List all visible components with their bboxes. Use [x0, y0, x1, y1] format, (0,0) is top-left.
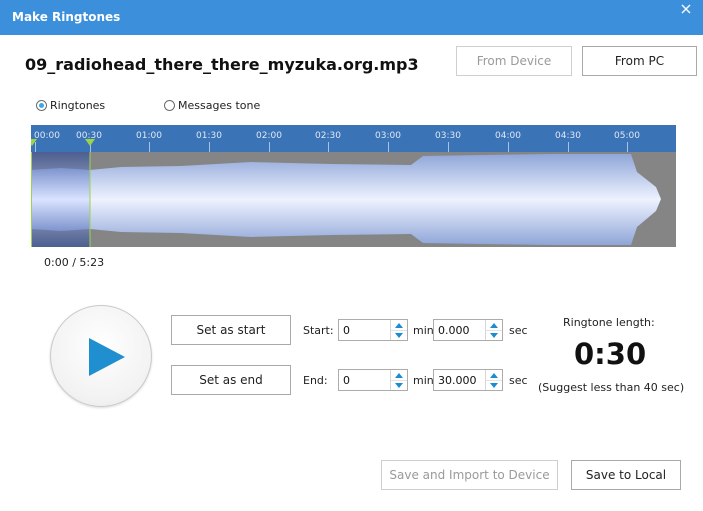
start-min-value: 0	[343, 324, 350, 337]
ringtone-length-value: 0:30	[574, 337, 647, 371]
messages-tone-label: Messages tone	[178, 99, 261, 112]
radio-selected-icon	[36, 100, 47, 111]
end-label: End:	[303, 374, 328, 387]
timeline-tick: 03:00	[375, 131, 401, 141]
ringtone-length-label: Ringtone length:	[563, 316, 655, 329]
save-to-local-button[interactable]: Save to Local	[571, 460, 681, 490]
save-and-import-button[interactable]: Save and Import to Device	[381, 460, 558, 490]
tick-mark	[388, 142, 389, 152]
from-device-button[interactable]: From Device	[456, 46, 572, 76]
ringtones-radio[interactable]: Ringtones	[36, 99, 105, 112]
tick-mark	[448, 142, 449, 152]
chevron-down-icon[interactable]	[486, 330, 502, 340]
tick-mark	[508, 142, 509, 152]
radio-unselected-icon	[164, 100, 175, 111]
timeline-tick: 04:00	[495, 131, 521, 141]
timeline-tick: 02:00	[256, 131, 282, 141]
timeline-tick: 01:30	[196, 131, 222, 141]
tick-mark	[149, 142, 150, 152]
timeline-tick: 01:00	[136, 131, 162, 141]
timeline-ruler[interactable]: 00:00 00:30 01:00 01:30 02:00 02:30 03:0…	[31, 125, 676, 152]
end-sec-value: 30.000	[438, 374, 477, 387]
timeline-tick: 04:30	[555, 131, 581, 141]
end-min-stepper[interactable]: 0	[338, 369, 408, 391]
start-marker-icon[interactable]	[31, 139, 39, 147]
start-min-unit: min	[413, 324, 434, 337]
tick-mark	[568, 142, 569, 152]
playback-position: 0:00 / 5:23	[44, 256, 105, 269]
start-sec-value: 0.000	[438, 324, 470, 337]
timeline-tick: 05:00	[614, 131, 640, 141]
waveform-display	[31, 152, 661, 247]
play-icon	[89, 338, 125, 376]
start-sec-unit: sec	[509, 324, 528, 337]
set-as-start-button[interactable]: Set as start	[171, 315, 291, 345]
title-bar: Make Ringtones	[0, 0, 703, 35]
timeline-tick: 03:30	[435, 131, 461, 141]
window-title: Make Ringtones	[12, 10, 121, 24]
end-sec-stepper[interactable]: 30.000	[433, 369, 503, 391]
close-icon[interactable]	[672, 1, 700, 19]
timeline-tick: 02:30	[315, 131, 341, 141]
waveform-shape	[31, 154, 661, 245]
waveform-editor[interactable]: 00:00 00:30 01:00 01:30 02:00 02:30 03:0…	[31, 125, 676, 247]
tick-mark	[209, 142, 210, 152]
tick-mark	[328, 142, 329, 152]
end-sec-unit: sec	[509, 374, 528, 387]
selection-region	[31, 152, 90, 247]
chevron-down-icon[interactable]	[486, 380, 502, 390]
file-name: 09_radiohead_there_there_myzuka.org.mp3	[25, 55, 419, 74]
chevron-down-icon[interactable]	[391, 380, 407, 390]
start-sec-stepper[interactable]: 0.000	[433, 319, 503, 341]
ringtone-length-hint: (Suggest less than 40 sec)	[538, 381, 685, 394]
end-marker-icon[interactable]	[85, 139, 97, 147]
end-min-value: 0	[343, 374, 350, 387]
messages-tone-radio[interactable]: Messages tone	[164, 99, 260, 112]
ringtones-label: Ringtones	[50, 99, 106, 112]
tick-mark	[627, 142, 628, 152]
end-min-unit: min	[413, 374, 434, 387]
chevron-down-icon[interactable]	[391, 330, 407, 340]
start-min-stepper[interactable]: 0	[338, 319, 408, 341]
start-label: Start:	[303, 324, 334, 337]
from-pc-button[interactable]: From PC	[582, 46, 697, 76]
set-as-end-button[interactable]: Set as end	[171, 365, 291, 395]
tick-mark	[269, 142, 270, 152]
play-button[interactable]	[50, 305, 152, 407]
